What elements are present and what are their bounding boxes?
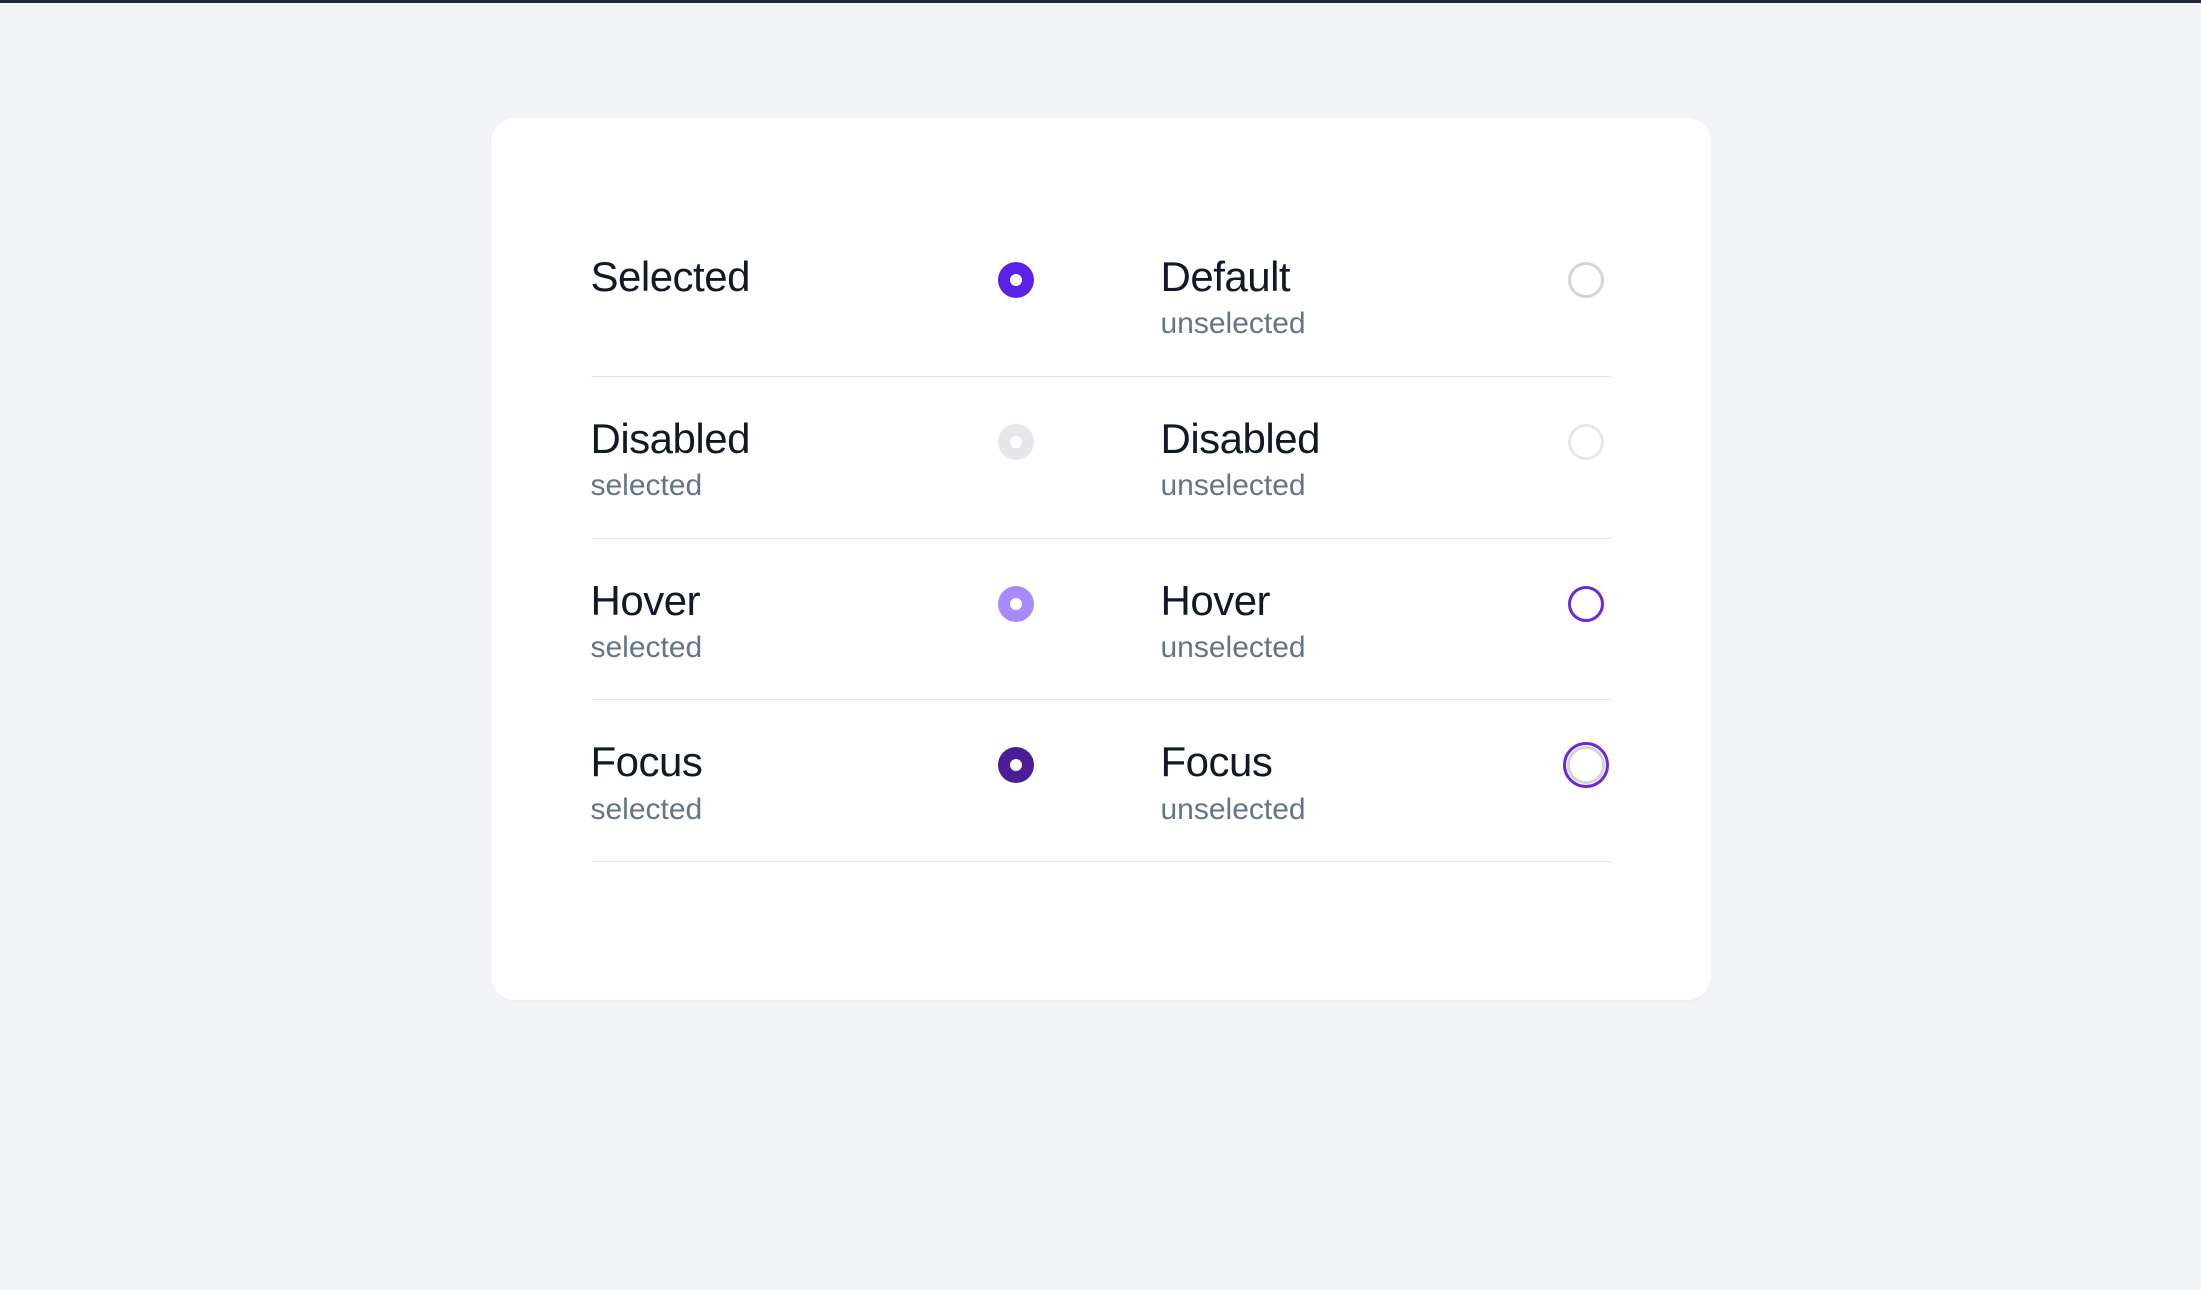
radio-icon [1568,424,1604,460]
state-title: Focus [1161,738,1306,786]
state-title: Focus [591,738,703,786]
state-subtitle: unselected [1161,469,1320,504]
labels: Default unselected [1161,253,1306,342]
state-row: Hover selected Hover unselected [591,577,1611,701]
state-subtitle: selected [591,631,703,666]
radio-focus-unselected[interactable] [1561,740,1611,790]
state-subtitle: unselected [1161,793,1306,828]
radio-hover-selected[interactable] [991,579,1041,629]
labels: Hover unselected [1161,577,1306,666]
radio-icon [998,747,1034,783]
state-title: Hover [591,577,703,625]
state-cell-disabled-selected: Disabled selected [591,415,1101,504]
state-cell-focus-selected: Focus selected [591,738,1101,827]
state-subtitle: selected [591,469,750,504]
labels: Selected [591,253,750,307]
state-subtitle: selected [591,793,703,828]
radio-focus-selected[interactable] [991,740,1041,790]
labels: Hover selected [591,577,703,666]
state-cell-hover-unselected: Hover unselected [1101,577,1611,666]
state-cell-hover-selected: Hover selected [591,577,1101,666]
state-cell-selected: Selected [591,253,1101,342]
labels: Focus selected [591,738,703,827]
radio-icon [998,262,1034,298]
radio-default-unselected[interactable] [1561,255,1611,305]
state-cell-focus-unselected: Focus unselected [1101,738,1611,827]
labels: Focus unselected [1161,738,1306,827]
radio-hover-unselected[interactable] [1561,579,1611,629]
radio-icon [1563,742,1609,788]
state-row: Focus selected Focus unselected [591,738,1611,862]
labels: Disabled selected [591,415,750,504]
state-subtitle: unselected [1161,307,1306,342]
state-title: Hover [1161,577,1306,625]
radio-icon [1568,262,1604,298]
state-title: Default [1161,253,1306,301]
state-title: Selected [591,253,750,301]
radio-states-card: Selected Default unselected Disabled sel… [491,118,1711,1000]
radio-disabled-unselected [1561,417,1611,467]
state-subtitle: unselected [1161,631,1306,666]
state-title: Disabled [1161,415,1320,463]
radio-disabled-selected [991,417,1041,467]
state-cell-disabled-unselected: Disabled unselected [1101,415,1611,504]
state-cell-default-unselected: Default unselected [1101,253,1611,342]
state-row: Selected Default unselected [591,253,1611,377]
radio-selected[interactable] [991,255,1041,305]
state-title: Disabled [591,415,750,463]
radio-icon [1568,586,1604,622]
radio-icon [998,424,1034,460]
radio-icon [998,586,1034,622]
labels: Disabled unselected [1161,415,1320,504]
state-row: Disabled selected Disabled unselected [591,415,1611,539]
